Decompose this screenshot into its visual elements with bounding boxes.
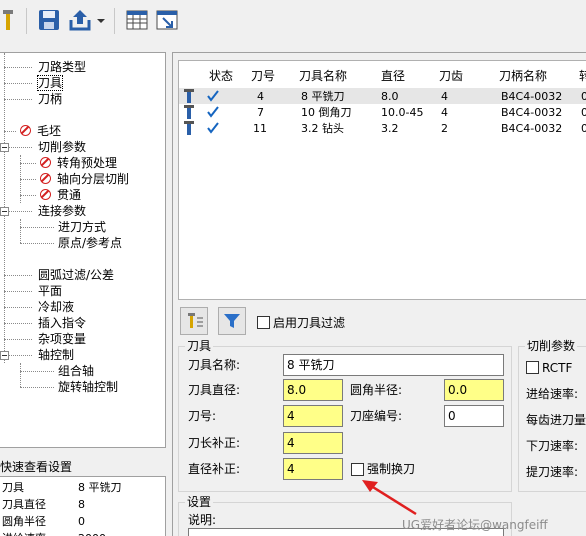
tree-item-depth-cuts[interactable]: 轴向分层切削 <box>40 171 129 187</box>
check-icon <box>207 90 219 102</box>
column-header-teeth[interactable]: 刀齿 <box>439 67 463 85</box>
table-cell-diameter[interactable]: 3.2 <box>381 121 399 137</box>
tree-item-home-ref-point[interactable]: 原点/参考点 <box>58 235 122 251</box>
tool-group-title: 刀具 <box>185 339 214 353</box>
cut-params-title: 切削参数 <box>525 339 578 353</box>
plunge-rate-label: 下刀速率: <box>526 439 579 453</box>
table-cell-number[interactable]: 11 <box>253 121 267 137</box>
table-cell-holder[interactable]: B4C4-0032 <box>501 89 562 105</box>
save-icon[interactable] <box>36 7 62 33</box>
enable-filter-label: 启用刀具过滤 <box>273 316 346 330</box>
description-label: 说明: <box>188 513 217 527</box>
column-header-name[interactable]: 刀具名称 <box>299 67 347 85</box>
tool-name-label: 刀具名称: <box>188 358 241 372</box>
chevron-down-icon[interactable] <box>94 7 108 33</box>
tool-manager-button[interactable] <box>180 307 208 335</box>
table-cell-extra[interactable]: 0 <box>581 89 586 105</box>
diameter-comp-field[interactable]: 4 <box>283 458 343 480</box>
feed-rate-label: 进给速率: <box>526 387 579 401</box>
holder-number-label: 刀座编号: <box>350 409 403 423</box>
tree-item-planes[interactable]: 平面 <box>38 283 62 299</box>
disabled-icon <box>20 125 31 136</box>
corner-radius-label: 圆角半径: <box>350 383 403 397</box>
tree-item-toolpath-type[interactable]: 刀路类型 <box>38 59 86 75</box>
toolpath-dialog: 刀路类型 刀具 刀柄 毛坯 切削参数 转角预处理 轴向分层切削 贯通 连接参数 … <box>0 0 586 536</box>
tree-item-misc-values[interactable]: 杂项变量 <box>38 331 86 347</box>
tree-item-stock[interactable]: 毛坯 <box>20 123 61 139</box>
window-arrow-icon[interactable] <box>154 7 180 33</box>
table-cell-name[interactable]: 3.2 钻头 <box>301 121 344 137</box>
tool-icon <box>184 105 194 119</box>
watermark: UG爱好者论坛@wangfeiff <box>402 518 548 532</box>
tool-icon <box>184 121 194 135</box>
table-cell-teeth[interactable]: 2 <box>441 121 448 137</box>
tool-number-field[interactable]: 4 <box>283 405 343 427</box>
table-cell-holder[interactable]: B4C4-0032 <box>501 105 562 121</box>
tree-item-coolant[interactable]: 冷却液 <box>38 299 74 315</box>
tool-table: 状态 刀号 刀具名称 直径 刀齿 刀柄名称 转 4 8 平铣刀 8.0 4 B4… <box>178 60 586 300</box>
table-cell-extra[interactable]: 0 <box>581 121 586 137</box>
tree-item-rotary-axis[interactable]: 旋转轴控制 <box>58 379 118 395</box>
quick-view-title: 快速查看设置 <box>0 460 73 474</box>
parameter-tree: 刀路类型 刀具 刀柄 毛坯 切削参数 转角预处理 轴向分层切削 贯通 连接参数 … <box>0 52 166 448</box>
check-icon <box>207 122 219 134</box>
enable-filter-checkbox[interactable] <box>257 316 270 329</box>
column-header-status[interactable]: 状态 <box>209 67 233 85</box>
tree-item-corner-preprocess[interactable]: 转角预处理 <box>40 155 117 171</box>
table-cell-diameter[interactable]: 10.0-45 <box>381 105 423 121</box>
table-cell-name[interactable]: 10 倒角刀 <box>301 105 352 121</box>
table-cell-teeth[interactable]: 4 <box>441 89 448 105</box>
quick-view-panel: 刀具8 平铣刀 刀具直径8 圆角半径0 进给速率2000 <box>0 476 166 536</box>
toolbar <box>0 0 586 40</box>
table-cell-teeth[interactable]: 4 <box>441 105 448 121</box>
diameter-comp-label: 直径补正: <box>188 462 241 476</box>
table-cell-diameter[interactable]: 8.0 <box>381 89 399 105</box>
table-icon[interactable] <box>124 7 150 33</box>
disabled-icon <box>40 173 51 184</box>
tree-item-break-through[interactable]: 贯通 <box>40 187 81 203</box>
tool-icon[interactable] <box>0 7 26 33</box>
rctf-checkbox[interactable] <box>526 361 539 374</box>
tree-item-axis-control[interactable]: 轴控制 <box>38 347 74 363</box>
column-header-extra[interactable]: 转 <box>579 67 586 85</box>
table-cell-extra[interactable]: 0 <box>581 105 586 121</box>
table-cell-number[interactable]: 7 <box>257 105 264 121</box>
tree-item-arc-filter[interactable]: 圆弧过滤/公差 <box>38 267 114 283</box>
tree-item-lead-in-out[interactable]: 进刀方式 <box>58 219 106 235</box>
tree-item-holder[interactable]: 刀柄 <box>38 91 62 107</box>
length-comp-field[interactable]: 4 <box>283 432 343 454</box>
column-header-number[interactable]: 刀号 <box>251 67 275 85</box>
rctf-label: RCTF <box>542 361 573 375</box>
settings-title: 设置 <box>185 495 214 509</box>
disabled-icon <box>40 157 51 168</box>
table-cell-name[interactable]: 8 平铣刀 <box>301 89 345 105</box>
tree-item-canned-text[interactable]: 插入指令 <box>38 315 86 331</box>
check-icon <box>207 106 219 118</box>
export-icon[interactable] <box>68 7 94 33</box>
column-header-holder[interactable]: 刀柄名称 <box>499 67 547 85</box>
tool-icon <box>184 89 194 103</box>
annotation-arrow <box>362 480 417 516</box>
tree-item-linking-params[interactable]: 连接参数 <box>38 203 86 219</box>
disabled-icon <box>40 189 51 200</box>
tool-diameter-label: 刀具直径: <box>188 383 241 397</box>
tool-name-field[interactable]: 8 平铣刀 <box>283 354 504 376</box>
tree-item-tool[interactable]: 刀具 <box>36 75 64 91</box>
filter-button[interactable] <box>218 307 246 335</box>
tree-item-axis-combination[interactable]: 组合轴 <box>58 363 94 379</box>
tool-diameter-field[interactable]: 8.0 <box>283 379 343 401</box>
corner-radius-field[interactable]: 0.0 <box>444 379 504 401</box>
feed-per-tooth-label: 每齿进刀量 <box>526 413 586 427</box>
holder-number-field[interactable]: 0 <box>444 405 504 427</box>
tool-number-label: 刀号: <box>188 409 217 423</box>
tree-item-cut-params[interactable]: 切削参数 <box>38 139 86 155</box>
retract-rate-label: 提刀速率: <box>526 465 579 479</box>
table-cell-holder[interactable]: B4C4-0032 <box>501 121 562 137</box>
table-cell-number[interactable]: 4 <box>257 89 264 105</box>
length-comp-label: 刀长补正: <box>188 436 241 450</box>
column-header-diameter[interactable]: 直径 <box>381 67 405 85</box>
